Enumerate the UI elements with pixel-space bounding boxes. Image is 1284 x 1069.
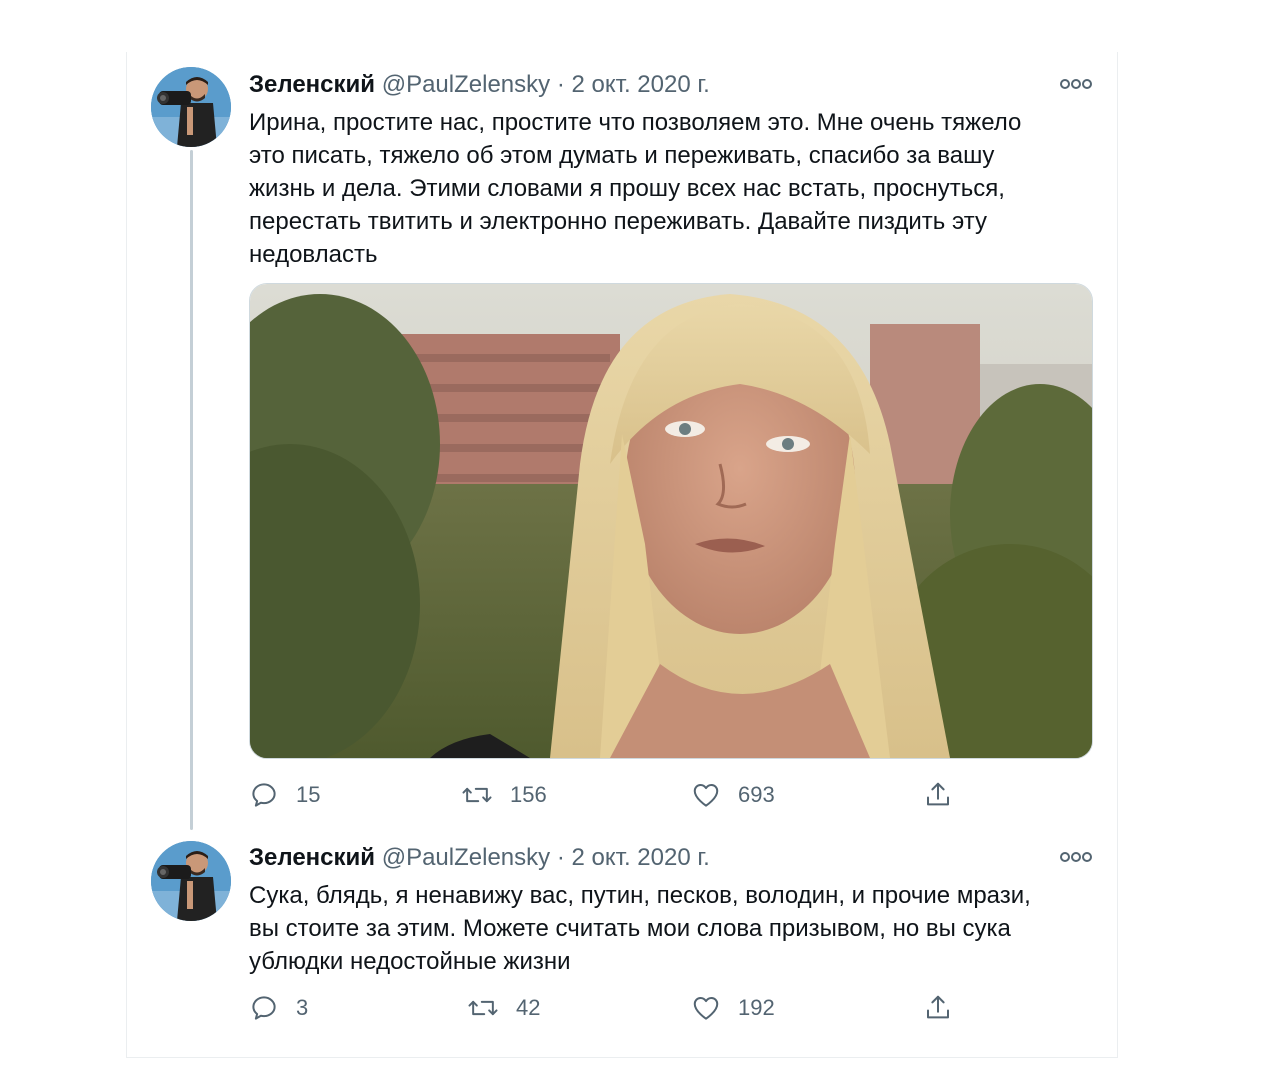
retweet-icon	[462, 787, 492, 803]
tweet-date[interactable]: 2 окт. 2020 г.	[571, 71, 709, 98]
header-separator: ·	[556, 844, 565, 871]
reply-button[interactable]: 15	[249, 777, 320, 813]
reply-count: 15	[296, 782, 321, 807]
retweet-icon	[468, 1000, 498, 1016]
retweet-count: 156	[510, 782, 547, 807]
more-icon[interactable]	[1059, 850, 1093, 864]
retweet-button[interactable]: 42	[467, 990, 540, 1026]
tweet-photo[interactable]	[249, 283, 1093, 759]
tweet-actions: 3 42 192	[249, 990, 969, 1026]
avatar-image	[151, 841, 231, 921]
share-icon	[927, 995, 949, 1019]
more-icon[interactable]	[1059, 77, 1093, 91]
like-button[interactable]: 192	[691, 990, 775, 1026]
like-icon	[693, 997, 719, 1020]
share-icon	[927, 782, 949, 806]
tweet-header: Зеленский @PaulZelensky · 2 окт. 2020 г.	[249, 843, 710, 873]
header-separator: ·	[556, 71, 565, 98]
like-count: 693	[738, 782, 775, 807]
tweet-text: Сука, блядь, я ненавижу вас, путин, песк…	[249, 882, 1031, 975]
retweet-button[interactable]: 156	[461, 777, 547, 813]
reply-button[interactable]: 3	[249, 990, 308, 1026]
like-icon	[693, 784, 719, 807]
reply-icon	[252, 783, 276, 807]
like-button[interactable]: 693	[691, 777, 775, 813]
tweet-text: Ирина, простите нас, простите что позвол…	[249, 109, 1022, 268]
tweet-date[interactable]: 2 окт. 2020 г.	[571, 844, 709, 871]
reply-icon	[252, 996, 276, 1020]
author-name[interactable]: Зеленский	[249, 71, 375, 98]
retweet-count: 42	[516, 995, 541, 1020]
share-button[interactable]	[923, 777, 953, 813]
avatar-image	[151, 67, 231, 147]
tweet-actions: 15 156 693	[249, 777, 969, 813]
tweet-header: Зеленский @PaulZelensky · 2 окт. 2020 г.	[249, 70, 710, 100]
like-count: 192	[738, 995, 775, 1020]
thread-connector-line	[190, 150, 193, 830]
photo-of-woman-icon	[250, 284, 1092, 758]
avatar[interactable]	[151, 67, 231, 147]
author-handle[interactable]: @PaulZelensky	[382, 71, 550, 98]
share-button[interactable]	[923, 990, 953, 1026]
reply-count: 3	[296, 995, 309, 1020]
author-handle[interactable]: @PaulZelensky	[382, 844, 550, 871]
author-name[interactable]: Зеленский	[249, 844, 375, 871]
avatar[interactable]	[151, 841, 231, 921]
tweet-thread: Зеленский @PaulZelensky · 2 окт. 2020 г.…	[126, 52, 1118, 1058]
